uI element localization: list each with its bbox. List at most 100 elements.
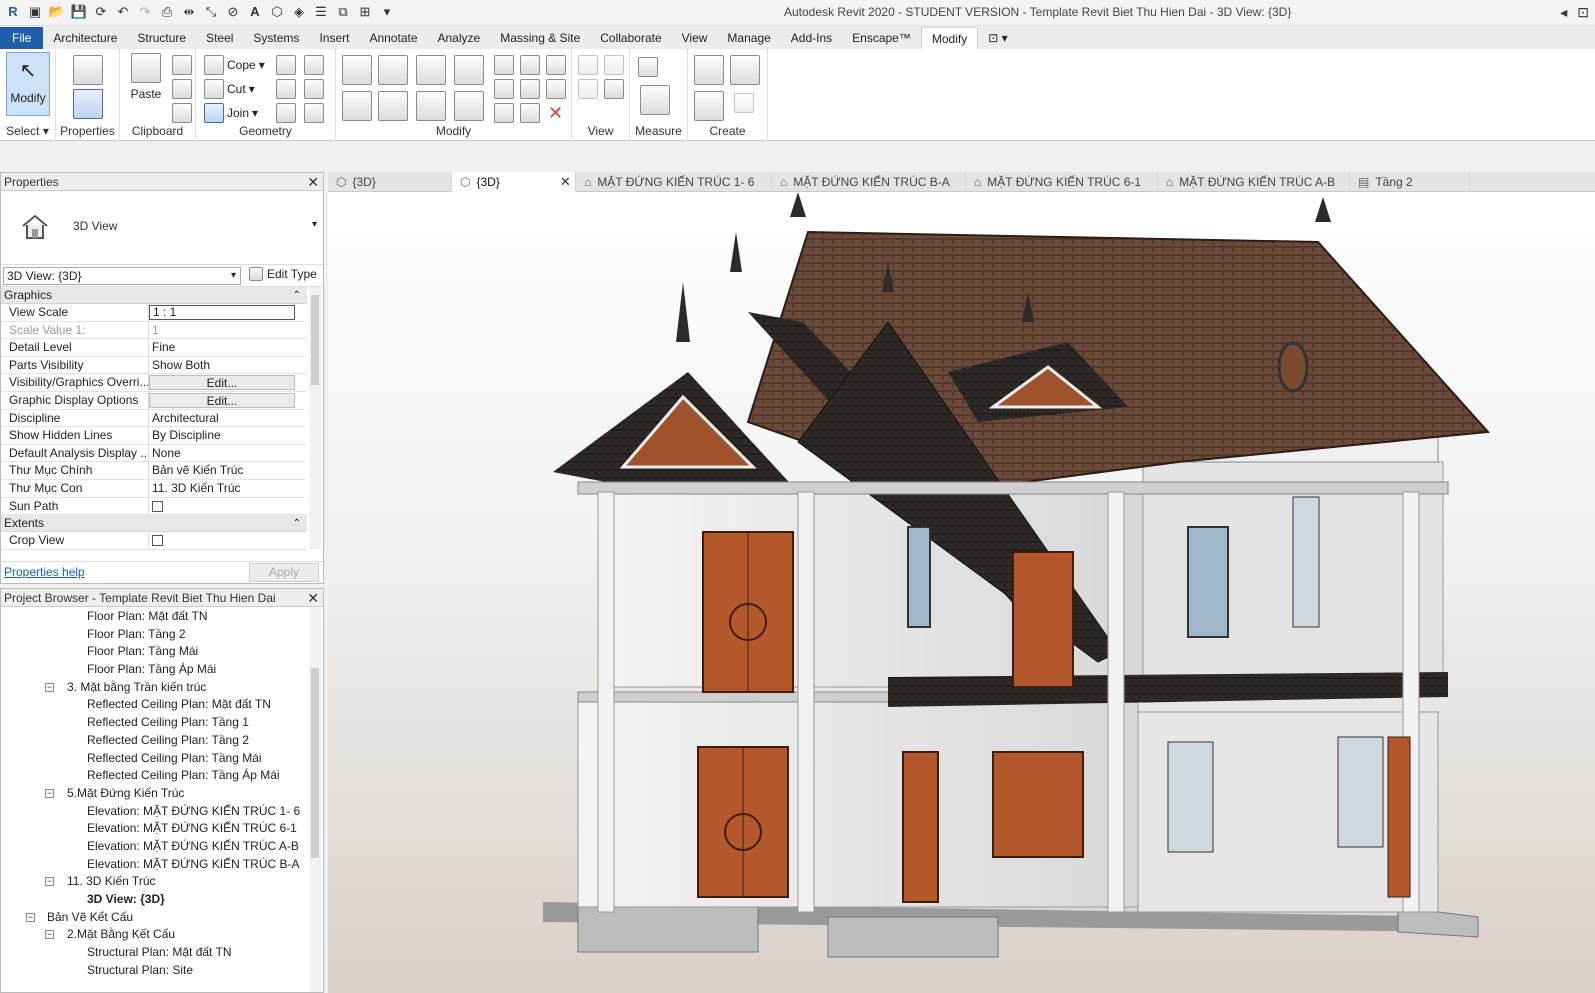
mirror-pick-axis-icon[interactable] bbox=[416, 55, 446, 85]
join-roof-icon[interactable] bbox=[276, 103, 296, 123]
tree-item[interactable]: Elevation: MẶT ĐỨNG KIẾN TRÚC 1- 6 bbox=[1, 803, 309, 821]
save-icon[interactable]: 💾 bbox=[70, 3, 88, 21]
view-tab[interactable]: ⌂ MẶT ĐỨNG KIẾN TRÚC 6-1 bbox=[966, 172, 1158, 192]
sync-icon[interactable]: ⟳ bbox=[92, 3, 110, 21]
close-tab-icon[interactable]: ✕ bbox=[560, 172, 571, 192]
tree-item[interactable]: −2.Mặt Bằng Kết Cấu bbox=[1, 926, 309, 944]
switch-windows-icon[interactable]: ⊞ bbox=[356, 3, 374, 21]
delete-icon[interactable]: ✕ bbox=[548, 103, 563, 124]
apply-button[interactable]: Apply bbox=[249, 563, 319, 582]
tree-item[interactable]: Floor Plan: Mặt đất TN bbox=[1, 608, 309, 626]
paste-button[interactable]: Paste bbox=[126, 53, 166, 101]
view-tab[interactable]: ⌂ MẶT ĐỨNG KIẾN TRÚC B-A bbox=[772, 172, 966, 192]
mirror-draw-axis-icon[interactable] bbox=[454, 55, 484, 85]
paint-icon[interactable] bbox=[304, 55, 324, 75]
visibility-graphics-edit-button[interactable]: Edit... bbox=[149, 375, 295, 390]
create-group-icon[interactable] bbox=[694, 91, 724, 121]
move-icon[interactable] bbox=[342, 91, 372, 121]
copy-to-clipboard-icon[interactable] bbox=[172, 79, 192, 99]
collapse-toggle[interactable]: − bbox=[45, 930, 54, 940]
tab-add-ins[interactable]: Add-Ins bbox=[781, 27, 842, 49]
tree-item[interactable]: Elevation: MẶT ĐỨNG KIẾN TRÚC 6-1 bbox=[1, 820, 309, 838]
chevron-left-icon[interactable]: ◂ bbox=[1560, 4, 1567, 21]
tab-annotate[interactable]: Annotate bbox=[359, 27, 427, 49]
thu-muc-con-input[interactable]: 11. 3D Kiến Trúc bbox=[149, 480, 307, 497]
close-hidden-windows-icon[interactable]: ⧉ bbox=[334, 3, 352, 21]
tree-item[interactable]: −3. Mặt bằng Trần kiến trúc bbox=[1, 679, 309, 697]
thu-muc-chinh-input[interactable]: Bản vẽ Kiến Trúc bbox=[149, 462, 307, 479]
tab-manage[interactable]: Manage bbox=[717, 27, 780, 49]
tree-item[interactable]: Floor Plan: Tầng Mái bbox=[1, 643, 309, 661]
detail-level-select[interactable]: Fine bbox=[149, 339, 307, 356]
view-tab[interactable]: ⌂ MẶT ĐỨNG KIẾN TRÚC A-B bbox=[1158, 172, 1350, 192]
crop-view-checkbox[interactable] bbox=[152, 535, 163, 547]
offset-icon[interactable] bbox=[378, 55, 408, 85]
collapse-toggle[interactable]: − bbox=[45, 682, 54, 692]
scale-icon[interactable] bbox=[520, 79, 540, 99]
split-face-icon[interactable] bbox=[276, 55, 296, 75]
view-tab[interactable]: ▤ Tầng 2 bbox=[1350, 172, 1470, 192]
pin-icon[interactable] bbox=[546, 79, 566, 99]
cope-button[interactable]: Cope ▾ bbox=[204, 55, 265, 75]
collapse-toggle[interactable]: − bbox=[26, 912, 35, 922]
measure-between-icon[interactable] bbox=[638, 57, 658, 77]
parts-visibility-select[interactable]: Show Both bbox=[149, 357, 307, 374]
split-with-gap-icon[interactable] bbox=[520, 55, 540, 75]
hide-in-view-icon[interactable] bbox=[578, 55, 598, 75]
analysis-display-select[interactable]: None bbox=[149, 445, 307, 462]
villa-3d-model[interactable] bbox=[328, 192, 1595, 993]
sun-path-checkbox[interactable] bbox=[152, 500, 163, 512]
override-graphics-icon[interactable] bbox=[604, 55, 624, 75]
tree-item[interactable]: − Bản Vẽ Kết Cấu bbox=[1, 909, 309, 927]
close-icon[interactable]: ✕ bbox=[307, 589, 319, 607]
view-tab-active[interactable]: ⬡ {3D} ✕ bbox=[452, 172, 576, 192]
view-tab[interactable]: ⌂ MẶT ĐỨNG KIẾN TRÚC 1- 6 bbox=[576, 172, 772, 192]
properties-button[interactable] bbox=[66, 89, 110, 123]
properties-scrollbar[interactable] bbox=[309, 287, 321, 549]
customize-qat-icon[interactable]: ▾ bbox=[378, 3, 396, 21]
tab-view[interactable]: View bbox=[672, 27, 718, 49]
tree-item[interactable]: Reflected Ceiling Plan: Mặt đất TN bbox=[1, 696, 309, 714]
redo-icon[interactable]: ↷ bbox=[136, 3, 154, 21]
group-graphics[interactable]: Graphics ⌃ bbox=[1, 287, 307, 304]
match-type-icon[interactable] bbox=[172, 103, 192, 123]
infocenter-icon[interactable]: ⊡ bbox=[1577, 4, 1589, 21]
group-extents[interactable]: Extents ⌃ bbox=[1, 515, 307, 533]
measure-icon[interactable]: ⇹ bbox=[180, 3, 198, 21]
trim-extend-single-icon[interactable] bbox=[494, 103, 514, 123]
text-icon[interactable]: A bbox=[246, 3, 264, 21]
tab-insert[interactable]: Insert bbox=[309, 27, 359, 49]
tree-item[interactable]: Structural Plan: Site bbox=[1, 962, 309, 980]
linework-icon[interactable] bbox=[578, 79, 598, 99]
align-icon[interactable] bbox=[342, 55, 372, 85]
tab-steel[interactable]: Steel bbox=[196, 27, 243, 49]
home-icon[interactable]: ▣ bbox=[26, 3, 44, 21]
join-button[interactable]: Join ▾ bbox=[204, 103, 258, 123]
section-icon[interactable]: ◈ bbox=[290, 3, 308, 21]
discipline-select[interactable]: Architectural bbox=[149, 410, 307, 427]
open-icon[interactable]: 📂 bbox=[48, 3, 66, 21]
cut-to-clipboard-icon[interactable] bbox=[172, 55, 192, 75]
wall-joins-icon[interactable] bbox=[276, 79, 296, 99]
tree-item[interactable]: Reflected Ceiling Plan: Tầng 1 bbox=[1, 714, 309, 732]
tab-analyze[interactable]: Analyze bbox=[428, 27, 491, 49]
array-icon[interactable] bbox=[494, 79, 514, 99]
tag-icon[interactable]: ⊘ bbox=[224, 3, 242, 21]
contextual-dropdown[interactable]: ⊡ ▾ bbox=[978, 27, 1017, 49]
view-tab[interactable]: ⬡ {3D} bbox=[328, 172, 452, 192]
tab-structure[interactable]: Structure bbox=[127, 27, 196, 49]
aligned-dimension-icon[interactable]: ⤡ bbox=[202, 3, 220, 21]
modify-button[interactable]: ↖ Modify bbox=[6, 52, 50, 116]
revit-logo-icon[interactable]: R bbox=[4, 3, 22, 21]
browser-scrollbar[interactable] bbox=[309, 608, 321, 992]
tree-item[interactable]: Elevation: MẶT ĐỨNG KIẾN TRÚC B-A bbox=[1, 856, 309, 874]
tab-modify[interactable]: Modify bbox=[920, 27, 979, 49]
split-element-icon[interactable] bbox=[494, 55, 514, 75]
view-scale-input[interactable]: 1 : 1 bbox=[149, 305, 295, 320]
rotate-icon[interactable] bbox=[416, 91, 446, 121]
tree-item[interactable]: −5.Mặt Đứng Kiến Trúc bbox=[1, 785, 309, 803]
tree-item[interactable]: Reflected Ceiling Plan: Tầng Mái bbox=[1, 750, 309, 768]
tree-item[interactable]: Reflected Ceiling Plan: Tầng 2 bbox=[1, 732, 309, 750]
tab-architecture[interactable]: Architecture bbox=[43, 27, 127, 49]
beam-icon[interactable] bbox=[304, 103, 324, 123]
